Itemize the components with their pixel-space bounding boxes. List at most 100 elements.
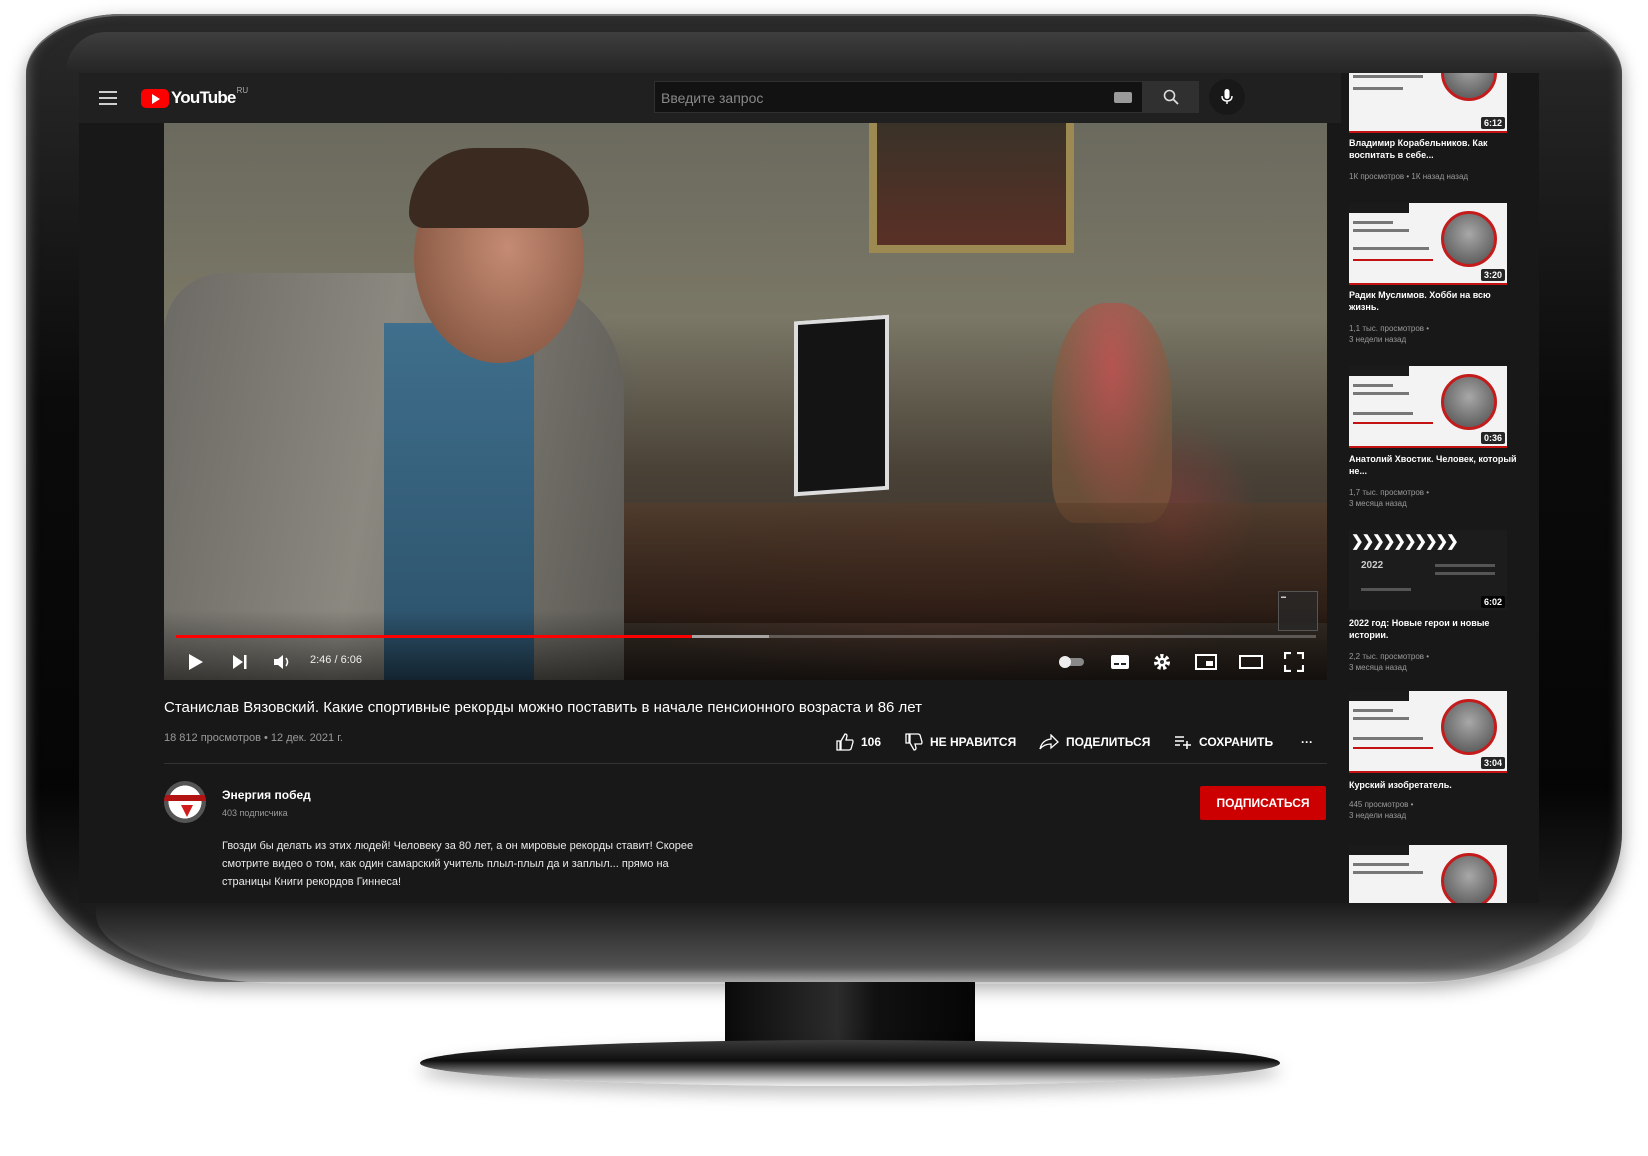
recommendations-sidebar: 6:12 Владимир Корабельников. Как воспита… <box>1341 73 1539 903</box>
subscribe-button[interactable]: ПОДПИСАТЬСЯ <box>1200 786 1326 820</box>
video-frame-person-hair <box>409 148 589 228</box>
video-duration: 0:36 <box>1480 432 1505 444</box>
save-button[interactable]: СОХРАНИТЬ <box>1174 732 1273 752</box>
thumbnail-red-line <box>1353 747 1433 749</box>
progress-bar[interactable] <box>176 635 1316 638</box>
bezel-bottom-highlight <box>96 904 1596 984</box>
thumbnail-text-line <box>1353 392 1409 395</box>
keyboard-icon[interactable] <box>1114 92 1132 103</box>
like-button[interactable]: 106 <box>836 732 881 752</box>
thumbnail-text-line <box>1353 709 1393 712</box>
thumbnail-portrait <box>1441 73 1497 101</box>
hamburger-menu-icon[interactable] <box>99 91 117 105</box>
recommendation-title[interactable]: Владимир Корабельников. Как воспитать в … <box>1349 137 1519 161</box>
recommendation-meta: 1К просмотров • 1К назад назад <box>1349 172 1469 181</box>
chevrons-icon: ❯❯❯❯❯❯❯❯❯❯ <box>1351 533 1459 550</box>
recommendation-meta: 3 месяца назад <box>1349 663 1407 672</box>
next-button[interactable] <box>230 650 250 674</box>
view-count-date: 18 812 просмотров • 12 дек. 2021 г. <box>164 732 343 744</box>
progress-played <box>176 635 693 638</box>
monitor-screen: YouTube RU Введите запрос ▬ 2:46 / 6:06 … <box>79 73 1539 903</box>
youtube-logo[interactable]: YouTube RU <box>141 85 249 108</box>
video-player[interactable]: ▬ 2:46 / 6:06 <box>164 123 1327 680</box>
thumbnail-text-line <box>1353 737 1423 740</box>
thumbnail-red-line <box>1353 422 1433 424</box>
video-duration: 6:12 <box>1480 117 1505 129</box>
theater-icon <box>1239 655 1263 669</box>
more-icon: ··· <box>1301 735 1313 749</box>
thumbnail-year: 2022 <box>1361 560 1384 571</box>
video-duration: 3:20 <box>1480 269 1505 281</box>
recommendation-title[interactable]: Радик Муслимов. Хобби на всю жизнь. <box>1349 289 1519 313</box>
thumbnail-text-line <box>1361 588 1411 591</box>
description-line: Гвозди бы делать из этих людей! Человеку… <box>222 840 694 852</box>
subtitles-button[interactable] <box>1108 650 1132 674</box>
metadata-divider <box>164 763 1327 764</box>
search-button[interactable] <box>1143 81 1199 113</box>
recommendation-meta: 445 просмотров • <box>1349 800 1414 809</box>
description-line: страницы Книги рекордов Гиннеса! <box>222 876 402 888</box>
share-icon <box>1039 734 1059 750</box>
thumbs-up-icon <box>836 733 854 751</box>
avatar-stripe <box>164 795 206 801</box>
subtitles-icon <box>1111 655 1129 669</box>
recommendation-title[interactable]: Анатолий Хвостик. Человек, который не... <box>1349 453 1519 477</box>
thumbnail-text-line <box>1353 87 1403 90</box>
play-button[interactable] <box>186 650 206 674</box>
voice-search-button[interactable] <box>1209 79 1245 115</box>
miniplayer-button[interactable] <box>1194 650 1218 674</box>
search-input[interactable]: Введите запрос <box>654 81 1143 113</box>
thumbnail-header <box>1349 203 1409 213</box>
thumbnail-text-line <box>1435 564 1495 567</box>
thumbnail-text-line <box>1353 863 1409 866</box>
save-label: СОХРАНИТЬ <box>1199 735 1274 749</box>
bezel-highlight <box>66 32 1626 72</box>
fullscreen-button[interactable] <box>1282 650 1306 674</box>
thumbnail-text-line <box>1353 384 1393 387</box>
thumbnail-portrait <box>1441 853 1497 903</box>
thumbnail-portrait <box>1441 374 1497 430</box>
thumbnail-text-line <box>1435 572 1495 575</box>
volume-icon <box>274 655 289 669</box>
autoplay-toggle[interactable] <box>1056 650 1088 674</box>
recommendation-thumbnail[interactable]: ❯❯❯❯❯❯❯❯❯❯ 2022 6:02 <box>1349 530 1507 610</box>
logo-text: YouTube <box>171 88 236 107</box>
miniplayer-icon <box>1195 654 1217 670</box>
recommendation-meta: 1,7 тыс. просмотров • <box>1349 488 1430 497</box>
video-frame-photo <box>794 314 889 497</box>
video-description: Гвозди бы делать из этих людей! Человеку… <box>222 837 822 891</box>
thumbnail-text-line <box>1353 221 1393 224</box>
youtube-play-icon <box>141 88 169 108</box>
region-code: RU <box>236 85 249 95</box>
fullscreen-icon <box>1284 652 1304 672</box>
recommendation-meta: 3 месяца назад <box>1349 499 1407 508</box>
settings-button[interactable] <box>1150 650 1174 674</box>
channel-watermark[interactable]: ▬ <box>1278 591 1318 631</box>
like-count: 106 <box>861 735 882 749</box>
dislike-label: НЕ НРАВИТСЯ <box>930 735 1017 749</box>
recommendation-title[interactable]: Курский изобретатель. <box>1349 779 1519 791</box>
thumbs-down-icon <box>905 733 923 751</box>
video-duration: 6:02 <box>1480 596 1505 608</box>
search-placeholder: Введите запрос <box>661 90 764 106</box>
share-label: ПОДЕЛИТЬСЯ <box>1066 735 1151 749</box>
theater-mode-button[interactable] <box>1238 650 1264 674</box>
recommendation-thumbnail[interactable]: 0:36 <box>1349 366 1507 448</box>
add-to-playlist-icon <box>1175 736 1191 749</box>
recommendation-meta: 1,1 тыс. просмотров • <box>1349 324 1430 333</box>
microphone-icon <box>1221 89 1233 104</box>
thumbnail-text-line <box>1353 412 1413 415</box>
search-icon <box>1163 89 1179 105</box>
channel-avatar[interactable] <box>164 781 206 823</box>
more-actions-button[interactable]: ··· <box>1301 732 1313 752</box>
dislike-button[interactable]: НЕ НРАВИТСЯ <box>905 732 1016 752</box>
recommendation-title[interactable]: 2022 год: Новые герои и новые истории. <box>1349 617 1519 641</box>
share-button[interactable]: ПОДЕЛИТЬСЯ <box>1039 732 1150 752</box>
recommendation-thumbnail[interactable]: 6:12 <box>1349 73 1507 133</box>
volume-button[interactable] <box>272 650 294 674</box>
video-frame-table <box>564 503 1327 623</box>
recommendation-thumbnail[interactable]: 3:04 <box>1349 691 1507 773</box>
recommendation-thumbnail[interactable]: 3:20 <box>1349 203 1507 285</box>
recommendation-thumbnail[interactable] <box>1349 845 1507 903</box>
channel-name[interactable]: Энергия побед <box>222 788 311 802</box>
